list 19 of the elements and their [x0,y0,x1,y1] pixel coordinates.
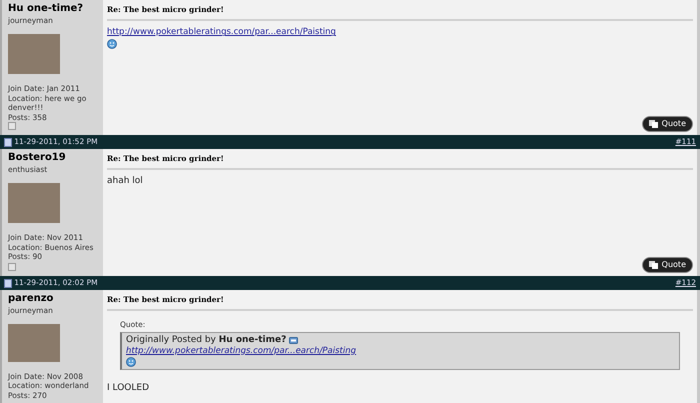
smiley-icon [107,39,117,49]
post-text: ahah lol [107,175,143,188]
quote-link[interactable]: http://www.pokertableratings.com/par...earch/Paisting [126,346,356,356]
post-icon [4,138,12,146]
avatar-placeholder [8,34,60,74]
post-text: I LOOLED [107,382,150,394]
username[interactable]: parenzo [8,293,97,305]
avatar-placeholder [8,324,60,362]
quote-button[interactable]: Quote [642,257,693,273]
username[interactable]: Bostero19 [8,152,97,164]
quote-icon [648,120,659,128]
username[interactable]: Hu one-time? [8,3,97,15]
view-post-icon[interactable] [288,336,298,344]
quote-attribution: Originally Posted by Hu one-time? [126,334,286,346]
post-icon [4,278,12,288]
quote-button[interactable]: Quote [642,116,693,132]
post-link[interactable]: http://www.pokertableratings.com/par...earch/Paisting [107,26,336,39]
avatar-placeholder [8,183,60,224]
quote-icon [648,261,659,269]
